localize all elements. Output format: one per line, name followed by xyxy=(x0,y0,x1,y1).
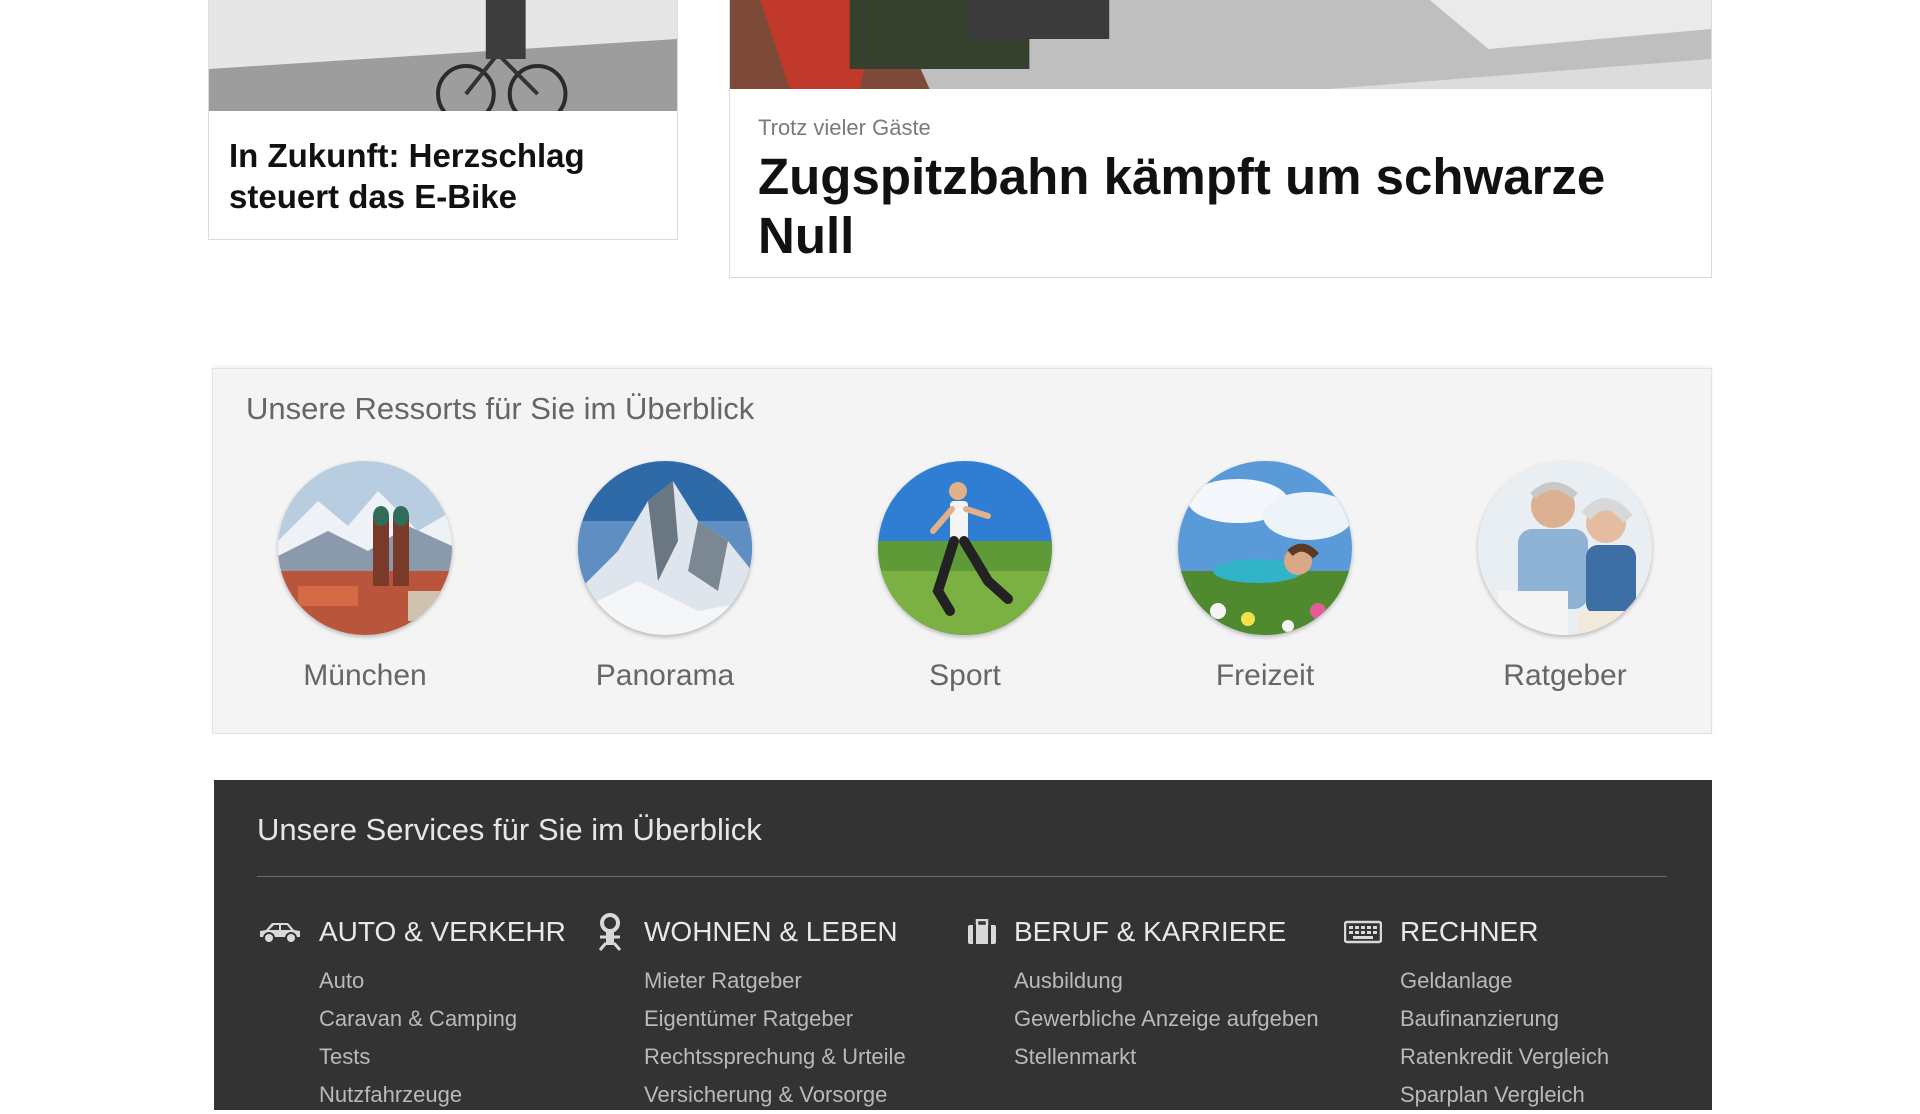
ressort-label[interactable]: München xyxy=(245,659,485,693)
service-heading[interactable]: RECHNER xyxy=(1400,916,1538,948)
ressort-label[interactable]: Freizeit xyxy=(1145,659,1385,693)
article-card-ebike[interactable]: In Zukunft: Herzschlag steuert das E-Bik… xyxy=(208,0,678,240)
article-image-ebike[interactable] xyxy=(209,0,677,111)
article-image-zugspitze[interactable] xyxy=(730,0,1711,89)
service-link[interactable]: Caravan & Camping xyxy=(319,1000,566,1038)
service-heading[interactable]: AUTO & VERKEHR xyxy=(319,916,566,948)
ressort-sport[interactable]: Sport xyxy=(845,461,1085,701)
ressort-ratgeber[interactable]: Ratgeber xyxy=(1445,461,1685,701)
article-kicker: Trotz vieler Gäste xyxy=(758,115,931,140)
service-column-wohnen: WOHNEN & LEBEN Mieter Ratgeber Eigentüme… xyxy=(596,910,906,1114)
service-column-rechner: RECHNER Geldanlage Baufinanzierung Raten… xyxy=(1344,910,1609,1114)
ressort-muenchen[interactable]: München xyxy=(245,461,485,701)
car-icon xyxy=(257,919,319,945)
service-links: Auto Caravan & Camping Tests Nutzfahrzeu… xyxy=(319,962,566,1114)
service-link[interactable]: Sparplan Vergleich xyxy=(1400,1076,1609,1114)
service-link[interactable]: Gewerbliche Anzeige aufgeben xyxy=(1014,1000,1319,1038)
service-link[interactable]: Ausbildung xyxy=(1014,962,1319,1000)
service-links: Geldanlage Baufinanzierung Ratenkredit V… xyxy=(1400,962,1609,1114)
muenchen-image[interactable] xyxy=(278,461,452,635)
services-divider xyxy=(257,876,1667,877)
service-column-auto: AUTO & VERKEHR Auto Caravan & Camping Te… xyxy=(257,910,566,1114)
article-headline[interactable]: Zugspitzbahn kämpft um schwarze Null xyxy=(758,147,1618,265)
service-link[interactable]: Baufinanzierung xyxy=(1400,1000,1609,1038)
service-link[interactable]: Geldanlage xyxy=(1400,962,1609,1000)
service-link[interactable]: Rechtssprechung & Urteile xyxy=(644,1038,906,1076)
services-panel: Unsere Services für Sie im Überblick AUT… xyxy=(214,780,1712,1110)
service-link[interactable]: Tests xyxy=(319,1038,566,1076)
ressort-freizeit[interactable]: Freizeit xyxy=(1145,461,1385,701)
service-link[interactable]: Versicherung & Vorsorge xyxy=(644,1076,906,1114)
article-card-zugspitze[interactable]: Trotz vieler Gäste Zugspitzbahn kämpft u… xyxy=(729,0,1712,278)
service-link[interactable]: Auto xyxy=(319,962,566,1000)
ratgeber-image[interactable] xyxy=(1478,461,1652,635)
service-link[interactable]: Ratenkredit Vergleich xyxy=(1400,1038,1609,1076)
service-links: Ausbildung Gewerbliche Anzeige aufgeben … xyxy=(1014,962,1319,1076)
service-link[interactable]: Stellenmarkt xyxy=(1014,1038,1319,1076)
key-icon xyxy=(596,913,644,951)
ressort-panorama[interactable]: Panorama xyxy=(545,461,785,701)
ressorts-title: Unsere Ressorts für Sie im Überblick xyxy=(246,391,755,426)
panorama-image[interactable] xyxy=(578,461,752,635)
article-headline[interactable]: In Zukunft: Herzschlag steuert das E-Bik… xyxy=(229,135,649,217)
service-heading[interactable]: BERUF & KARRIERE xyxy=(1014,916,1286,948)
services-title: Unsere Services für Sie im Überblick xyxy=(257,812,762,847)
service-link[interactable]: Mieter Ratgeber xyxy=(644,962,906,1000)
service-link[interactable]: Eigentümer Ratgeber xyxy=(644,1000,906,1038)
sport-image[interactable] xyxy=(878,461,1052,635)
service-links: Mieter Ratgeber Eigentümer Ratgeber Rech… xyxy=(644,962,906,1114)
service-heading[interactable]: WOHNEN & LEBEN xyxy=(644,916,898,948)
ressort-label[interactable]: Sport xyxy=(845,659,1085,693)
freizeit-image[interactable] xyxy=(1178,461,1352,635)
ressort-label[interactable]: Ratgeber xyxy=(1445,659,1685,693)
service-link[interactable]: Nutzfahrzeuge xyxy=(319,1076,566,1114)
service-column-beruf: BERUF & KARRIERE Ausbildung Gewerbliche … xyxy=(966,910,1319,1076)
ressort-label[interactable]: Panorama xyxy=(545,659,785,693)
briefcase-icon xyxy=(966,919,1014,945)
keyboard-icon xyxy=(1344,920,1400,944)
ressorts-panel: Unsere Ressorts für Sie im Überblick Mün… xyxy=(212,368,1712,734)
